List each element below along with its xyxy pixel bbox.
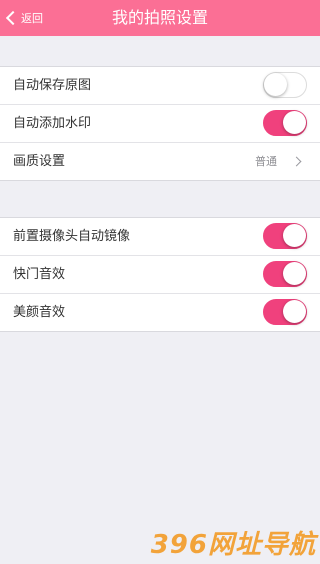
setting-row-beauty-sound: 美颜音效: [0, 294, 320, 331]
shutter-sound-toggle[interactable]: [263, 261, 307, 287]
setting-label: 前置摄像头自动镜像: [13, 229, 131, 244]
toggle-knob: [283, 224, 306, 247]
setting-label: 自动添加水印: [13, 116, 92, 131]
add-watermark-toggle[interactable]: [263, 110, 307, 136]
setting-label: 自动保存原图: [13, 78, 92, 93]
toggle-knob: [283, 111, 306, 134]
setting-label: 画质设置: [13, 154, 66, 169]
beauty-sound-toggle[interactable]: [263, 299, 307, 325]
settings-group-2: 前置摄像头自动镜像 快门音效 美颜音效: [0, 217, 320, 332]
setting-label: 快门音效: [13, 267, 66, 282]
setting-row-quality[interactable]: 画质设置 普通: [0, 143, 320, 180]
setting-row-add-watermark: 自动添加水印: [0, 105, 320, 143]
toggle-knob: [283, 300, 306, 323]
site-watermark: 396网址导航: [150, 530, 316, 560]
setting-row-save-original: 自动保存原图: [0, 67, 320, 105]
setting-label: 美颜音效: [13, 305, 66, 320]
nav-bar: 返回 我的拍照设置: [0, 0, 320, 36]
setting-row-front-mirror: 前置摄像头自动镜像: [0, 218, 320, 256]
settings-group-1: 自动保存原图 自动添加水印 画质设置 普通: [0, 66, 320, 181]
chevron-right-icon: [291, 156, 302, 167]
toggle-knob: [283, 262, 306, 285]
quality-value: 普通: [255, 155, 277, 168]
toggle-knob: [264, 73, 287, 96]
save-original-toggle[interactable]: [263, 72, 307, 98]
setting-row-shutter-sound: 快门音效: [0, 256, 320, 294]
front-camera-mirror-toggle[interactable]: [263, 223, 307, 249]
page-title: 我的拍照设置: [111, 8, 208, 27]
